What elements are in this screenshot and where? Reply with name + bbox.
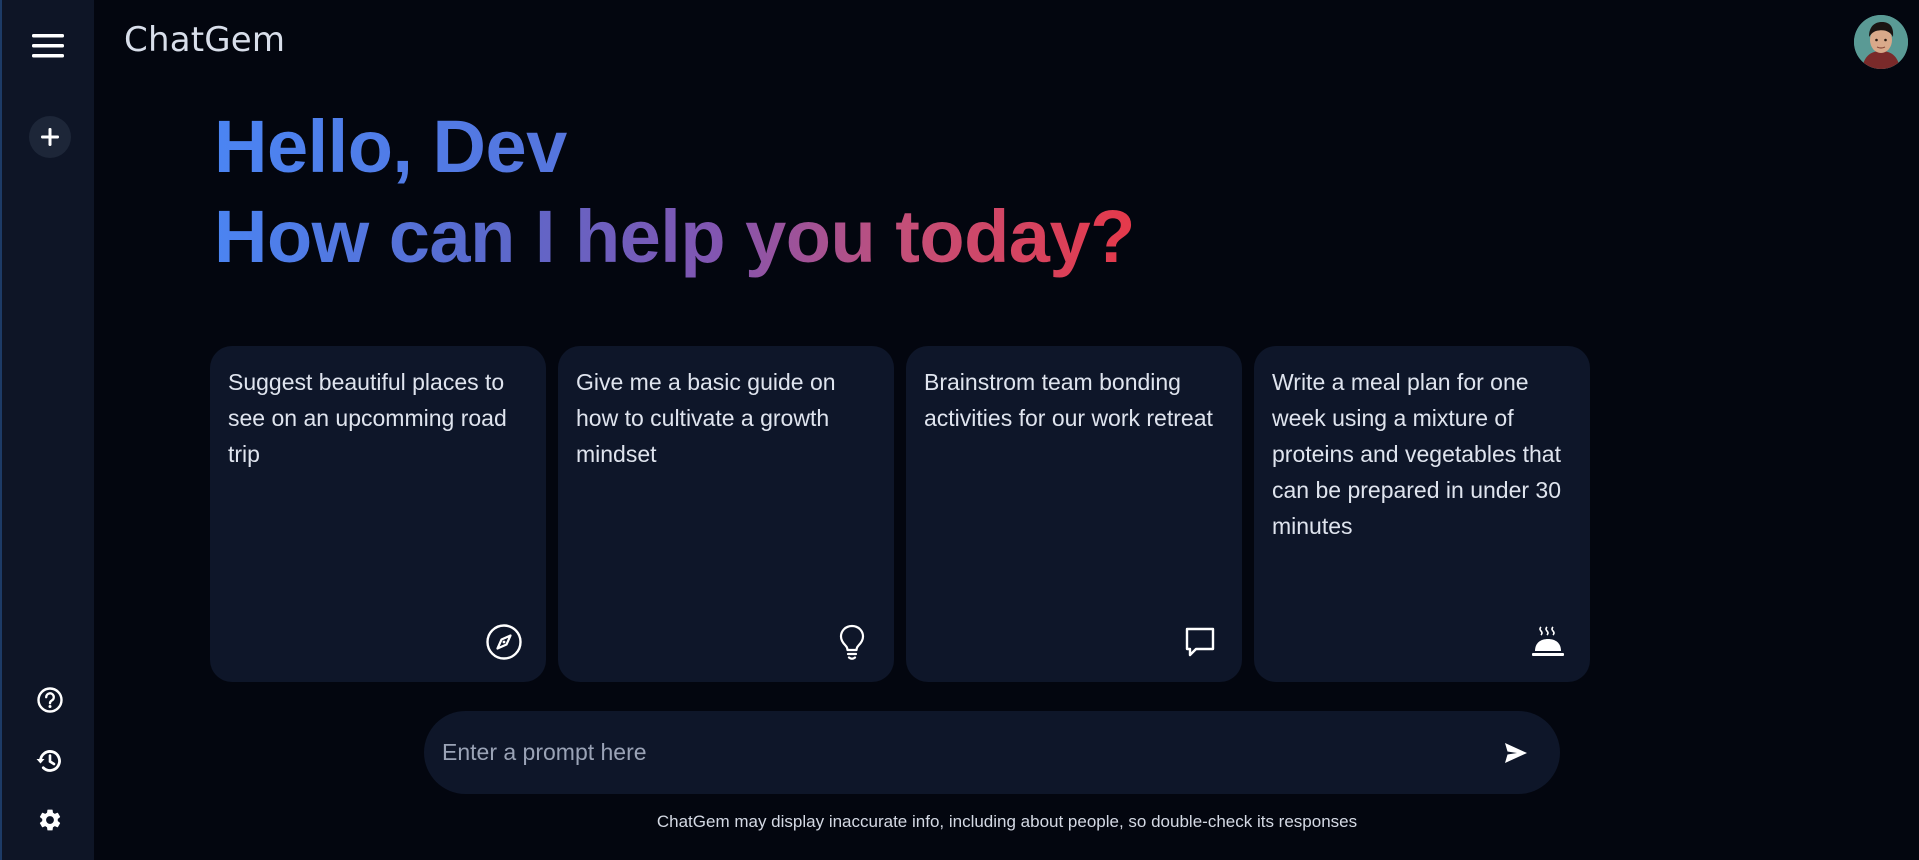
- history-icon: [36, 750, 61, 772]
- suggestion-card-road-trip[interactable]: Suggest beautiful places to see on an up…: [210, 346, 546, 682]
- greeting-hello: Hello, Dev: [214, 102, 1135, 192]
- user-avatar-image: [1854, 15, 1908, 69]
- avatar[interactable]: [1854, 15, 1908, 69]
- chat-bubble-icon: [1185, 627, 1215, 657]
- compass-icon: [486, 624, 522, 660]
- app-root: ChatGem Hello, Dev How can I help you to…: [0, 0, 1919, 860]
- card-text: Suggest beautiful places to see on an up…: [228, 369, 507, 467]
- send-icon: [1505, 743, 1527, 763]
- suggestion-card-team-bonding[interactable]: Brainstrom team bonding activities for o…: [906, 346, 1242, 682]
- prompt-input[interactable]: [442, 711, 1442, 794]
- greeting: Hello, Dev How can I help you today?: [214, 102, 1135, 282]
- suggestion-card-growth-mindset[interactable]: Give me a basic guide on how to cultivat…: [558, 346, 894, 682]
- food-tray-icon: [1532, 626, 1564, 656]
- lightbulb-icon: [839, 624, 865, 660]
- send-button[interactable]: [1494, 731, 1538, 775]
- card-text: Give me a basic guide on how to cultivat…: [576, 369, 836, 467]
- hamburger-menu-icon: [32, 34, 64, 58]
- new-chat-button[interactable]: [29, 116, 71, 158]
- history-button[interactable]: [30, 741, 70, 781]
- help-icon: [37, 687, 63, 713]
- card-text: Write a meal plan for one week using a m…: [1272, 369, 1561, 539]
- sidebar: [0, 0, 94, 860]
- prompt-bar: [424, 711, 1560, 794]
- app-title: ChatGem: [124, 20, 286, 60]
- greeting-question: How can I help you today?: [214, 192, 1135, 282]
- disclaimer: ChatGem may display inaccurate info, inc…: [656, 812, 1358, 831]
- plus-icon: [41, 128, 59, 146]
- menu-button[interactable]: [26, 28, 70, 64]
- suggestion-card-meal-plan[interactable]: Write a meal plan for one week using a m…: [1254, 346, 1590, 682]
- help-button[interactable]: [30, 680, 70, 720]
- card-text: Brainstrom team bonding activities for o…: [924, 369, 1213, 431]
